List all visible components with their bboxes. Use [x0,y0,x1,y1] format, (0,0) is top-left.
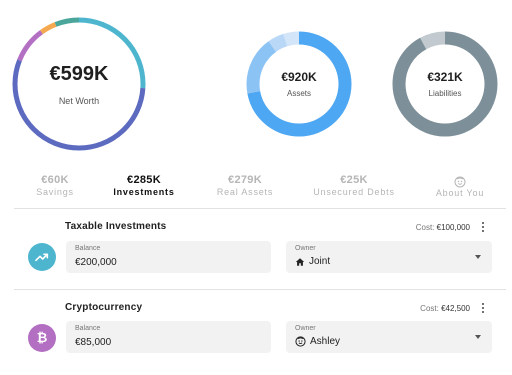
liabilities-value: €321K [427,70,463,84]
tab-savings-label: Savings [36,187,74,197]
investment-growth-icon [28,243,56,271]
account-title: Cryptocurrency [65,302,143,313]
assets-label: Assets [286,89,311,98]
home-icon [295,257,305,266]
account-divider [14,289,506,290]
cost-value: €42,500 [441,304,470,313]
assets-donut[interactable]: €920K Assets [246,31,352,137]
tab-savings-value: €60K [41,174,69,186]
account-cost: Cost: €100,000 [416,223,470,232]
bitcoin-icon: ₿ [28,324,56,352]
more-options-icon[interactable] [478,221,488,233]
category-tabs: €60K Savings €285K Investments €279K Rea… [14,174,506,208]
liabilities-donut[interactable]: €321K Liabilities [392,31,498,137]
tab-about-you[interactable]: About You [412,174,508,198]
face-icon [295,336,306,347]
chevron-down-icon [475,335,481,339]
tab-about-you-label: About You [435,188,485,198]
account-title: Taxable Investments [65,221,167,232]
owner-select[interactable]: Owner Joint [286,241,492,273]
cost-label: Cost: [420,304,439,313]
tab-unsecured-debts-label: Unsecured Debts [313,187,395,197]
tab-investments[interactable]: €285K Investments [96,174,192,197]
tab-real-assets-label: Real Assets [216,187,274,197]
tab-investments-label: Investments [113,187,175,197]
owner-value: Ashley [310,336,341,347]
owner-select[interactable]: Owner Ashley [286,321,492,353]
account-cost: Cost: €42,500 [420,304,470,313]
cost-value: €100,000 [436,223,470,232]
tab-unsecured-debts-value: €25K [340,174,368,186]
chevron-down-icon [475,255,481,259]
balance-field[interactable]: Balance €200,000 [66,241,271,273]
tab-real-assets-value: €279K [228,174,262,186]
balance-value: €200,000 [75,257,117,268]
balance-field[interactable]: Balance €85,000 [66,321,271,353]
net-worth-label: Net Worth [58,95,100,106]
liabilities-label: Liabilities [428,89,462,98]
balance-label: Balance [75,325,101,332]
owner-value: Joint [309,256,331,267]
tab-unsecured-debts[interactable]: €25K Unsecured Debts [306,174,402,197]
net-worth-value: €599K [49,62,109,85]
assets-value: €920K [281,70,317,84]
owner-label: Owner [295,325,316,332]
tab-savings[interactable]: €60K Savings [7,174,103,197]
more-options-icon[interactable] [478,302,488,314]
cost-label: Cost: [415,223,435,232]
net-worth-donut: €599K Net Worth [11,16,147,152]
balance-label: Balance [75,245,101,252]
face-icon [454,176,466,188]
tab-real-assets[interactable]: €279K Real Assets [197,174,293,197]
owner-label: Owner [295,245,316,252]
tabs-divider [14,208,506,209]
balance-value: €85,000 [75,337,112,348]
tab-investments-value: €285K [127,174,161,186]
